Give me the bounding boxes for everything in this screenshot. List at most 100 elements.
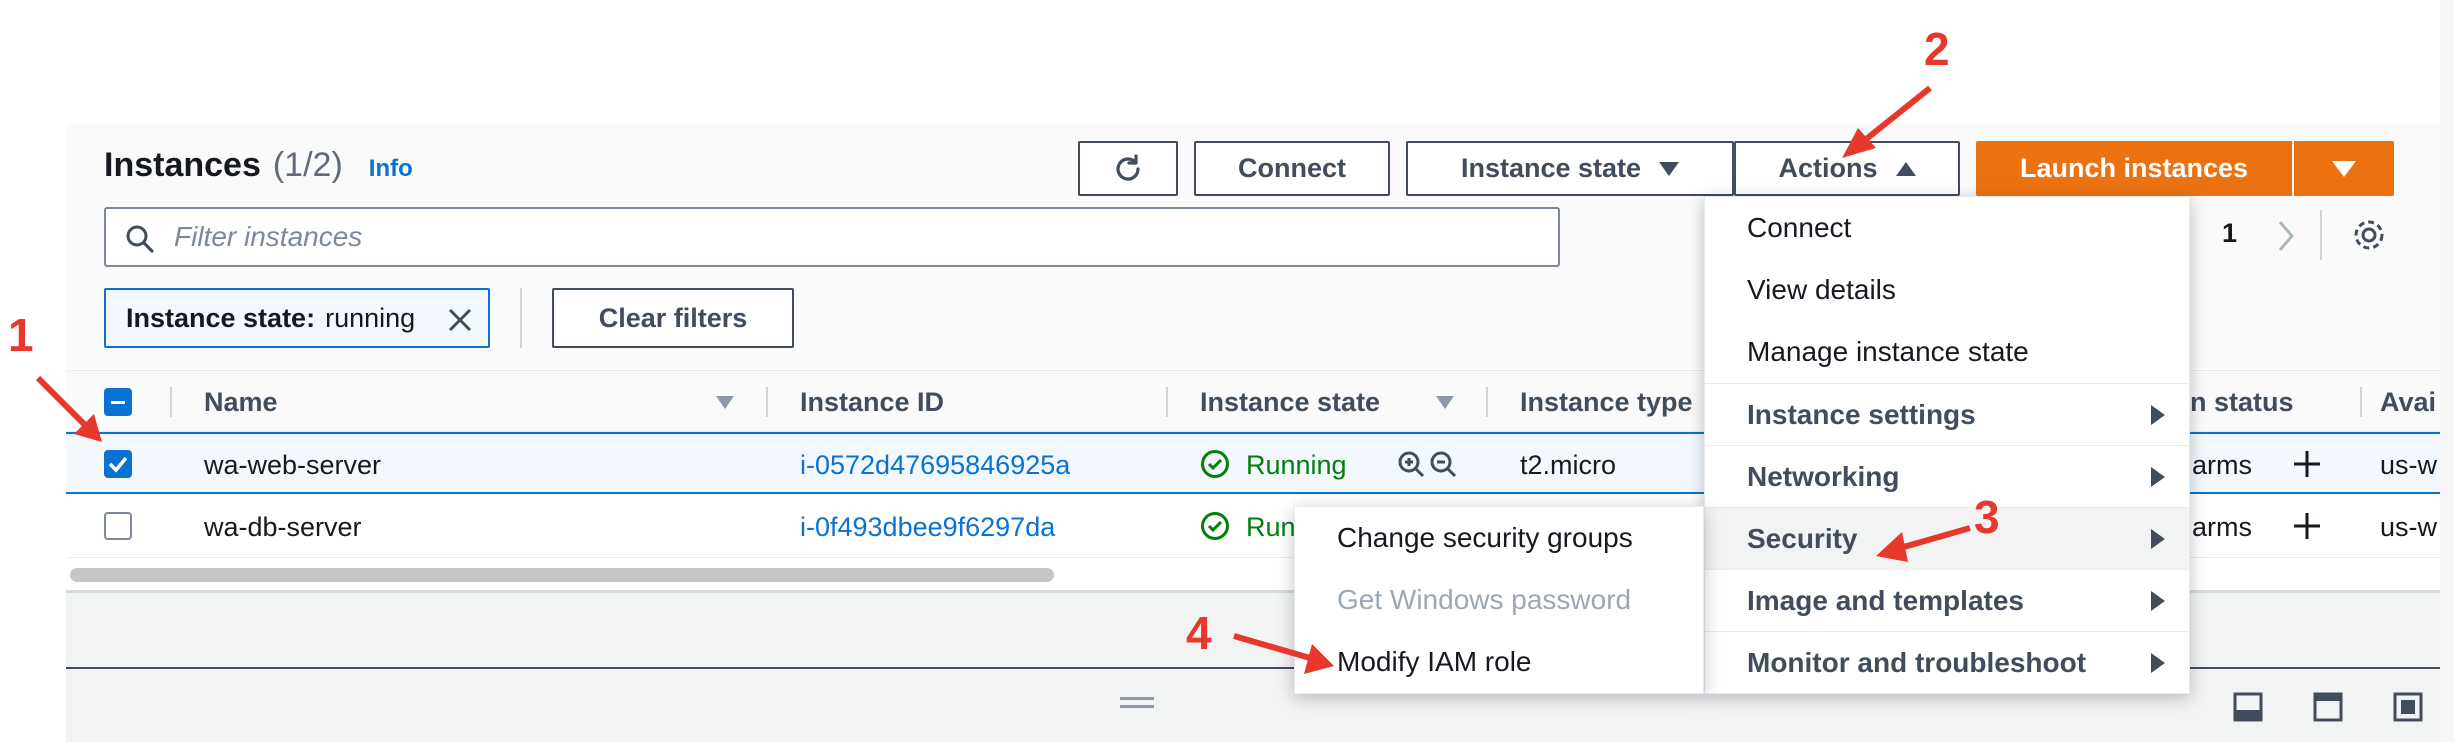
annotation-label-4: 4 [1186, 607, 1212, 659]
menu-item-label: Instance settings [1747, 398, 1976, 430]
divider [2320, 210, 2322, 260]
close-icon[interactable] [446, 306, 474, 334]
menu-item-change-security-groups[interactable]: Change security groups [1295, 507, 1703, 569]
instance-name: wa-web-server [204, 449, 382, 480]
column-divider [766, 387, 768, 417]
menu-item-manage-instance-state[interactable]: Manage instance state [1705, 321, 2189, 383]
vertical-scrollbar[interactable] [2440, 0, 2454, 742]
drag-handle-icon[interactable] [1120, 697, 1154, 700]
instance-type-value: t2.micro [1520, 449, 1617, 480]
instance-id-link[interactable]: i-0f493dbee9f6297da [800, 496, 1055, 558]
column-header-status-check[interactable]: n status [2190, 371, 2294, 433]
clear-filters-button[interactable]: Clear filters [552, 288, 794, 348]
menu-item-instance-settings[interactable]: Instance settings [1705, 383, 2189, 445]
menu-item-networking[interactable]: Networking [1705, 445, 2189, 507]
search-placeholder: Filter instances [174, 221, 363, 252]
caret-down-icon [1659, 161, 1680, 176]
instance-state-value: Running [1246, 449, 1347, 480]
alarm-status: arms [2192, 449, 2252, 480]
instance-name: wa-db-server [204, 511, 362, 542]
annotation-arrow-3 [1876, 525, 1971, 562]
selection-count: (1/2) [272, 146, 343, 184]
info-link[interactable]: Info [369, 155, 413, 183]
row-checkbox[interactable] [104, 450, 132, 478]
horizontal-scrollbar[interactable] [70, 568, 1054, 582]
search-icon [126, 225, 154, 253]
instance-id-link[interactable]: i-0572d47695846925a [800, 434, 1070, 496]
menu-item-image-and-templates[interactable]: Image and templates [1705, 569, 2189, 631]
menu-item-label: Networking [1747, 460, 1900, 492]
check-icon [108, 456, 128, 473]
column-header-instance-id[interactable]: Instance ID [800, 371, 944, 433]
actions-menu: Connect View details Manage instance sta… [1704, 196, 2190, 694]
launch-instances-label: Launch instances [2019, 153, 2249, 183]
caret-up-icon [1895, 161, 1916, 176]
menu-item-label: Image and templates [1747, 584, 2024, 616]
sort-icon[interactable] [1436, 396, 1454, 409]
security-submenu: Change security groups Get Windows passw… [1294, 506, 1704, 694]
menu-item-label: Monitor and troubleshoot [1747, 646, 2087, 678]
column-divider [1486, 387, 1488, 417]
filter-token-value: running [325, 302, 416, 333]
chevron-right-icon[interactable] [2274, 218, 2298, 254]
caret-down-icon [2332, 160, 2356, 177]
gear-icon[interactable] [2350, 216, 2388, 254]
filter-token-key: Instance state: [126, 302, 316, 333]
menu-item-label: Change security groups [1337, 522, 1633, 553]
panel-bottom-icon[interactable] [2232, 691, 2264, 723]
annotation-arrow-4 [1233, 633, 1334, 674]
row-checkbox[interactable] [104, 512, 132, 540]
plus-icon[interactable] [2292, 449, 2322, 479]
launch-instances-button[interactable]: Launch instances [1976, 141, 2292, 196]
check-circle-icon [1201, 450, 1229, 478]
column-header-name[interactable]: Name [204, 371, 278, 433]
connect-button-label: Connect [1238, 153, 1346, 183]
zoom-in-icon[interactable] [1396, 449, 1426, 479]
check-circle-icon [1201, 512, 1229, 540]
panel-side-icon[interactable] [2312, 691, 2344, 723]
plus-icon[interactable] [2292, 511, 2322, 541]
availability-zone-value: us-w [2380, 511, 2438, 542]
instance-state-dropdown[interactable]: Instance state [1406, 141, 1734, 196]
menu-item-label: Modify IAM role [1337, 646, 1532, 677]
annotation-label-1: 1 [8, 309, 34, 361]
page-title: Instances [104, 146, 261, 184]
chevron-right-icon [2151, 466, 2165, 487]
annotation-label-3: 3 [1974, 491, 2000, 543]
column-divider [170, 387, 172, 417]
column-header-instance-type[interactable]: Instance type [1520, 371, 1693, 433]
menu-item-label: View details [1747, 274, 1896, 305]
menu-item-label: Security [1747, 522, 1858, 554]
launch-options-button[interactable] [2294, 141, 2394, 196]
refresh-button[interactable] [1078, 141, 1178, 196]
divider [520, 288, 522, 348]
zoom-out-icon[interactable] [1428, 449, 1458, 479]
menu-item-label: Get Windows password [1337, 584, 1632, 615]
column-header-availability-zone[interactable]: Avai [2380, 371, 2436, 433]
alarm-status: arms [2192, 511, 2252, 542]
instance-state-label: Instance state [1460, 153, 1642, 183]
refresh-icon [1116, 153, 1140, 181]
page-number[interactable]: 1 [2222, 218, 2237, 249]
column-header-instance-state[interactable]: Instance state [1200, 371, 1380, 433]
chevron-right-icon [2151, 404, 2165, 425]
sort-icon[interactable] [716, 396, 734, 409]
filter-token: Instance state: running [104, 288, 490, 348]
panel-hide-icon[interactable] [2392, 691, 2424, 723]
menu-item-monitor-and-troubleshoot[interactable]: Monitor and troubleshoot [1705, 631, 2189, 693]
annotation-label-2: 2 [1924, 23, 1950, 75]
clear-filters-label: Clear filters [598, 302, 748, 333]
annotation-arrow-1 [35, 375, 102, 442]
chevron-right-icon [2151, 652, 2165, 673]
menu-item-connect[interactable]: Connect [1705, 197, 2189, 259]
menu-item-view-details[interactable]: View details [1705, 259, 2189, 321]
column-divider [2360, 387, 2362, 417]
menu-item-get-windows-password: Get Windows password [1295, 569, 1703, 631]
filter-instances-input[interactable]: Filter instances [104, 207, 1560, 267]
chevron-right-icon [2151, 590, 2165, 611]
connect-button[interactable]: Connect [1194, 141, 1390, 196]
panel-title-group: Instances (1/2) Info [104, 146, 413, 185]
annotation-arrow-2 [1842, 85, 1932, 158]
menu-item-modify-iam-role[interactable]: Modify IAM role [1295, 631, 1703, 693]
availability-zone-value: us-w [2380, 449, 2438, 480]
